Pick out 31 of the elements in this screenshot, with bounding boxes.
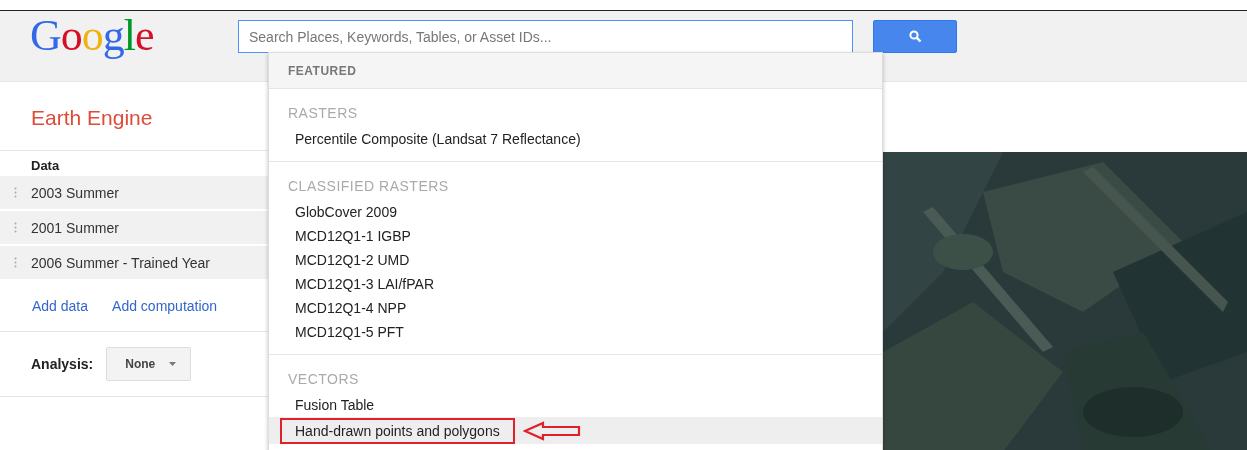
menu-item[interactable]: MCD12Q1-4 NPP — [280, 295, 422, 321]
menu-item[interactable]: Hand-drawn points and polygons — [280, 417, 515, 444]
add-link[interactable]: Add data — [32, 298, 89, 314]
menu-item[interactable]: MCD12Q1-3 LAI/fPAR — [280, 271, 449, 297]
analysis-label: Analysis: — [31, 356, 94, 372]
search-icon — [908, 30, 922, 43]
analysis-dropdown[interactable]: None — [106, 347, 192, 381]
caret-icon — [169, 362, 177, 366]
add-link[interactable]: Add computation — [112, 298, 218, 314]
app-title: Earth Engine — [30, 105, 154, 131]
data-heading: Data — [30, 157, 61, 175]
layer-name: 2006 Summer - Trained Year — [31, 254, 210, 271]
menu-item[interactable]: Fusion Table — [280, 392, 390, 418]
section-heading: RASTERS — [287, 104, 359, 123]
menu-item[interactable]: MCD12Q1-5 PFT — [280, 319, 419, 345]
menu-item[interactable]: MCD12Q1-1 IGBP — [280, 223, 426, 249]
section-heading: VECTORS — [287, 370, 360, 389]
menu-item[interactable]: Percentile Composite (Landsat 7 Reflectance) — [280, 126, 596, 152]
arrow-icon — [522, 420, 581, 441]
menu-item[interactable]: GlobCover 2009 — [280, 199, 412, 225]
layer-name: 2001 Summer — [31, 219, 119, 236]
menu-item[interactable]: MCD12Q1-2 UMD — [280, 247, 425, 273]
layer-row[interactable]: 2006 Summer - Trained Year — [0, 246, 268, 281]
search-button[interactable] — [873, 20, 957, 53]
layer-name: 2003 Summer — [31, 184, 119, 201]
section-heading: FEATURED — [287, 63, 358, 80]
layer-row[interactable]: 2003 Summer — [0, 176, 268, 211]
search-field[interactable]: Search Places, Keywords, Tables, or Asset IDs... — [238, 20, 853, 53]
layer-row[interactable]: 2001 Summer — [0, 211, 268, 246]
logo: Google — [29, 14, 155, 58]
section-heading: CLASSIFIED RASTERS — [287, 177, 450, 196]
